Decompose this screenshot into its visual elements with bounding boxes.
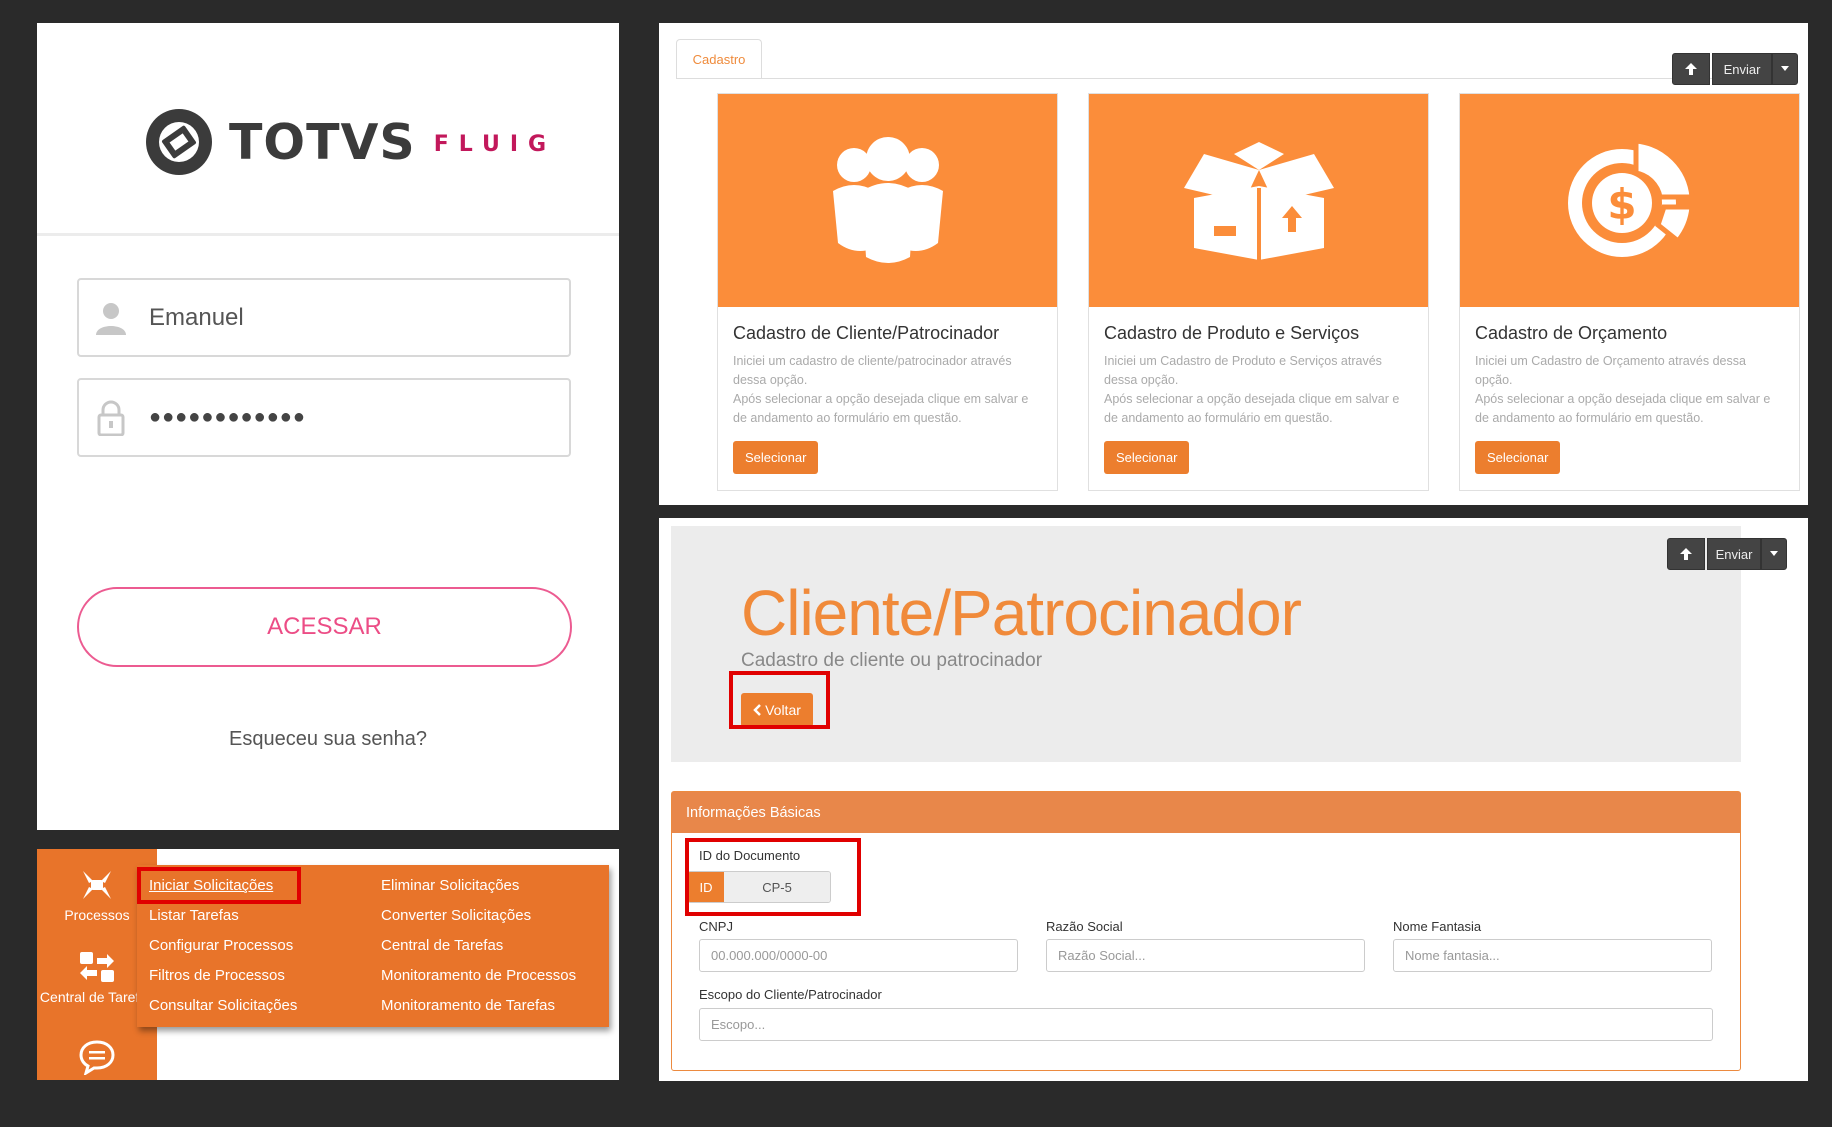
svg-text:$: $ [1607,180,1636,229]
card-description: Iniciei um cadastro de cliente/patrocina… [733,352,1043,428]
highlight-box-iniciar [137,867,301,904]
card-title: Cadastro de Produto e Serviços [1104,323,1360,343]
send-button[interactable]: Enviar [1712,53,1772,85]
escopo-input[interactable]: Escopo... [699,1008,1713,1041]
card-title: Cadastro de Cliente/Patrocinador [733,323,1000,343]
login-panel: TOTVS FLUIG Emanuel ●●●●●●●●●●●● ACESSAR… [37,23,619,830]
menu-item-monitoramento-de-processos[interactable]: Monitoramento de Processos [381,967,576,984]
process-menu-panel: Processos Central de Tarefas Iniciar Sol… [37,849,619,1080]
page-title: Cliente/Patrocinador [741,577,1302,649]
card-desc-line1: Iniciei um Cadastro de Produto e Serviço… [1104,354,1382,387]
card-desc-line2: Após selecionar a opção desejada clique … [733,392,1029,425]
cnpj-input[interactable]: 00.000.000/0000-00 [699,939,1018,972]
card-desc-line1: Iniciei um Cadastro de Orçamento através… [1475,354,1746,387]
card-desc-line1: Iniciei um cadastro de cliente/patrocina… [733,354,1012,387]
cliente-form-panel: Cliente/Patrocinador Cadastro de cliente… [659,518,1808,1081]
tab-cadastro[interactable]: Cadastro [676,39,762,79]
card-produto-servicos: Cadastro de Produto e Serviços Iniciei u… [1088,93,1429,491]
menu-item-filtros-de-processos[interactable]: Filtros de Processos [149,967,285,984]
select-button[interactable]: Selecionar [733,441,819,474]
chat-icon [37,1035,157,1079]
nome-fantasia-label: Nome Fantasia [1393,919,1482,934]
card-description: Iniciei um Cadastro de Produto e Serviço… [1104,352,1414,428]
send-button-group: Enviar [1672,53,1798,85]
send-button-group: Enviar [1667,538,1787,570]
caret-down-icon [1781,66,1789,71]
card-orcamento: $ Cadastro de Orçamento Iniciei um Cadas… [1459,93,1800,491]
brand-name: TOTVS [229,113,416,171]
menu-item-monitoramento-de-tarefas[interactable]: Monitoramento de Tarefas [381,997,555,1014]
lock-icon [94,398,128,438]
username-field[interactable]: Emanuel [77,278,571,357]
box-icon [1183,141,1334,260]
menu-item-eliminar-solicitacoes[interactable]: Eliminar Solicitações [381,877,519,894]
card-header [1089,94,1428,307]
caret-down-icon [1770,551,1778,556]
select-button[interactable]: Selecionar [1104,441,1190,474]
card-desc-line2: Após selecionar a opção desejada clique … [1104,392,1400,425]
budget-icon: $ [1567,137,1695,257]
upload-button[interactable] [1672,53,1710,85]
tab-divider [676,78,1782,79]
cadastro-panel: Cadastro Enviar Cadastro de Cliente/Patr… [659,23,1808,505]
card-description: Iniciei um Cadastro de Orçamento através… [1475,352,1785,428]
brand-sub: FLUIG [433,131,557,157]
card-header [718,94,1057,307]
arrow-up-icon [1685,63,1697,75]
menu-item-central-de-tarefas[interactable]: Central de Tarefas [381,937,503,954]
card-desc-line2: Após selecionar a opção desejada clique … [1475,392,1771,425]
upload-button[interactable] [1667,538,1705,570]
card-title: Cadastro de Orçamento [1475,323,1668,343]
escopo-label: Escopo do Cliente/Patrocinador [699,987,882,1002]
menu-item-configurar-processos[interactable]: Configurar Processos [149,937,293,954]
username-value: Emanuel [149,303,244,331]
page-subtitle: Cadastro de cliente ou patrocinador [741,650,1043,671]
password-field[interactable]: ●●●●●●●●●●●● [77,378,571,457]
highlight-box-doc-id [685,838,861,916]
login-divider [37,233,619,236]
card-header: $ [1460,94,1799,307]
section-header: Informações Básicas [672,792,1740,833]
send-dropdown-toggle[interactable] [1761,538,1787,570]
login-button[interactable]: ACESSAR [77,587,572,667]
sidebar-item-chat[interactable] [37,1035,157,1079]
nome-fantasia-input[interactable]: Nome fantasia... [1393,939,1712,972]
menu-item-consultar-solicitacoes[interactable]: Consultar Solicitações [149,997,297,1014]
totvs-fluig-logo: TOTVS FLUIG [144,107,556,177]
send-dropdown-toggle[interactable] [1772,53,1798,85]
totvs-logo-icon [146,109,212,175]
select-button[interactable]: Selecionar [1475,441,1561,474]
arrow-up-icon [1680,548,1692,560]
user-icon [94,298,128,338]
highlight-box-voltar [729,671,830,729]
cnpj-label: CNPJ [699,919,733,934]
razao-social-input[interactable]: Razão Social... [1046,939,1365,972]
razao-social-label: Razão Social [1046,919,1123,934]
page-header: Cliente/Patrocinador Cadastro de cliente… [671,526,1741,762]
password-value: ●●●●●●●●●●●● [149,406,306,428]
forgot-password-link[interactable]: Esqueceu sua senha? [37,728,619,751]
menu-item-converter-solicitacoes[interactable]: Converter Solicitações [381,907,531,924]
people-icon [832,136,943,263]
card-cliente-patrocinador: Cadastro de Cliente/Patrocinador Iniciei… [717,93,1058,491]
menu-item-listar-tarefas[interactable]: Listar Tarefas [149,907,239,924]
send-button[interactable]: Enviar [1707,538,1761,570]
